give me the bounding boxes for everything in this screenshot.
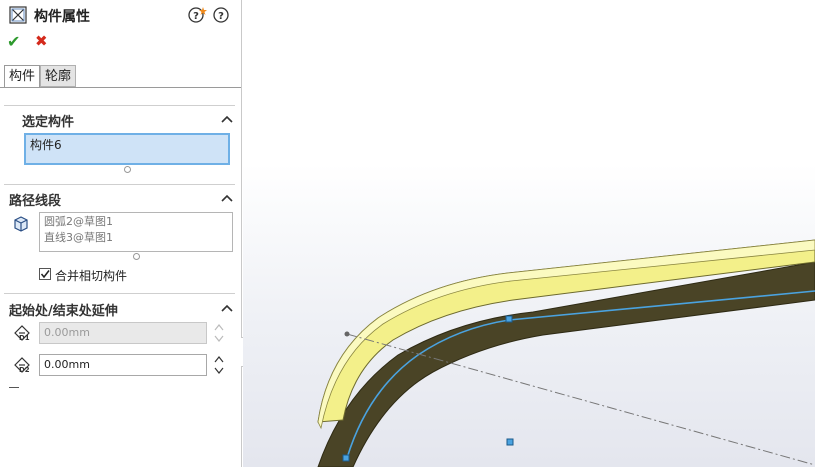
spinner-icon[interactable] — [214, 354, 224, 376]
chevron-up-icon[interactable] — [220, 112, 234, 126]
sketch-point[interactable] — [342, 454, 350, 462]
svg-text:?: ? — [193, 11, 199, 22]
graphics-area[interactable] — [243, 0, 815, 467]
section-divider-mark — [9, 387, 19, 388]
panel-title: 构件属性 — [34, 9, 90, 25]
end-extension-input[interactable]: 0.00mm — [39, 354, 207, 376]
whats-new-help-icon[interactable]: ? — [188, 6, 208, 24]
path-segment-item[interactable]: 圆弧2@草图1 — [44, 214, 228, 230]
d2-tag: D2 — [19, 366, 30, 374]
path-segment-item[interactable]: 直线3@草图1 — [44, 230, 228, 246]
structure-member-icon — [9, 6, 27, 24]
resize-handle[interactable] — [124, 166, 131, 173]
selected-member-listbox[interactable]: 构件6 — [24, 133, 230, 165]
cancel-button[interactable]: ✖ — [35, 32, 48, 50]
chevron-up-icon[interactable] — [220, 191, 234, 205]
sketch-point[interactable] — [344, 331, 350, 337]
sketch-point[interactable] — [506, 438, 514, 446]
spinner-icon[interactable] — [214, 322, 224, 344]
extension-title: 起始处/结束处延伸 — [9, 304, 118, 319]
sketch-point[interactable] — [505, 315, 513, 323]
start-extension-input[interactable]: 0.00mm — [39, 322, 207, 344]
path-segments-listbox[interactable]: 圆弧2@草图1 直线3@草图1 — [39, 212, 233, 252]
ok-button[interactable]: ✔ — [7, 32, 20, 51]
path-segments-title: 路径线段 — [9, 194, 62, 209]
help-icon[interactable]: ? — [212, 6, 230, 24]
merge-tangent-label[interactable]: 合并相切构件 — [55, 267, 127, 284]
chevron-up-icon[interactable] — [220, 301, 234, 315]
checkmark-icon — [40, 270, 50, 279]
merge-tangent-checkbox[interactable] — [39, 268, 51, 280]
svg-text:?: ? — [218, 11, 224, 22]
selected-member-title: 选定构件 — [22, 115, 75, 130]
resize-handle[interactable] — [133, 253, 140, 260]
d1-tag: D1 — [19, 334, 30, 342]
tab-member[interactable]: 构件 — [4, 65, 41, 88]
selected-member-item[interactable]: 构件6 — [30, 138, 62, 152]
tab-profile[interactable]: 轮廓 — [40, 65, 77, 87]
structural-member-model[interactable] — [243, 0, 815, 467]
property-manager-panel: 构件属性 ? ? ✔ ✖ 构件 轮廓 选定构件 构件6 路径线段 圆弧2@草图1… — [0, 0, 250, 467]
construction-line — [346, 333, 815, 466]
path-segment-icon — [14, 216, 28, 232]
